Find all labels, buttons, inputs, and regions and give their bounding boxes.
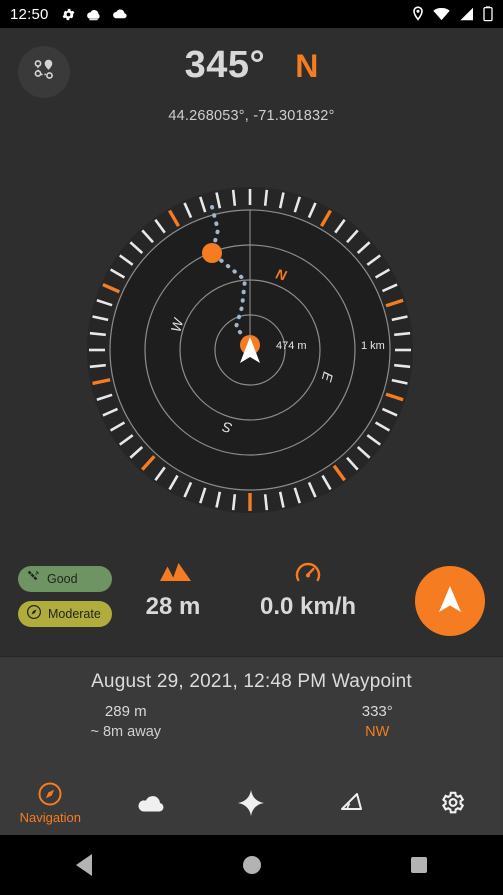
nav-item-astronomy[interactable]	[201, 770, 302, 835]
status-badge-compass-label: Moderate	[48, 607, 101, 621]
waypoint-title: August 29, 2021, 12:48 PM Waypoint	[91, 671, 412, 692]
header: 345° N 44.268053°, -71.301832°	[0, 28, 503, 140]
satellite-icon	[26, 569, 41, 589]
mountain-icon	[113, 560, 233, 588]
gear-icon	[61, 7, 76, 22]
status-badge-compass[interactable]: Moderate	[18, 601, 112, 627]
bearing-display: 345° N	[0, 44, 503, 87]
status-badge-gps[interactable]: Good	[18, 566, 112, 592]
home-button[interactable]	[168, 856, 336, 874]
compass-outer-ring-label: 1 km	[361, 340, 385, 352]
waypoint-elevation: 289 m	[104, 703, 147, 720]
speed-metric: 0.0 km/h	[248, 560, 368, 621]
compass-dial[interactable]: N E S W 474 m 1 km	[85, 185, 415, 515]
waypoint-bearing-direction: NW	[365, 724, 390, 740]
waypoint-bearing-degrees: 333°	[361, 703, 393, 720]
bearing-degrees: 345°	[184, 44, 266, 86]
waypoint-details: 289 m ~ 8m away 333° NW	[0, 703, 503, 740]
compass-icon	[26, 604, 42, 625]
battery-icon	[483, 6, 493, 22]
bottom-navigation-bar: Navigation	[0, 770, 503, 835]
recents-icon	[411, 857, 428, 873]
recents-button[interactable]	[335, 857, 503, 873]
nav-item-navigation[interactable]: Navigation	[0, 770, 101, 835]
angle-icon	[338, 789, 366, 817]
navigate-fab-button[interactable]	[415, 566, 485, 636]
back-button[interactable]	[0, 854, 168, 876]
compass-icon	[37, 780, 63, 808]
cloud-icon	[111, 8, 128, 20]
gear-icon	[439, 789, 466, 817]
star-sparkle-icon	[237, 789, 265, 817]
compass-panel: N E S W 474 m 1 km	[0, 160, 503, 550]
waypoint-panel[interactable]: August 29, 2021, 12:48 PM Waypoint 289 m…	[0, 656, 503, 770]
status-badges: Good Moderate	[18, 566, 112, 627]
app-screen: 12:50 345° N 44.268053°, -71.301832° N E…	[0, 0, 503, 895]
status-bar-system-icons	[412, 6, 493, 22]
altitude-metric: 28 m	[113, 560, 233, 621]
navigation-arrow-icon	[435, 583, 465, 620]
waypoint-distance-away: ~ 8m away	[90, 724, 162, 740]
speed-value: 0.0 km/h	[259, 593, 357, 620]
location-pin-icon	[412, 6, 424, 22]
back-icon	[75, 854, 92, 876]
nav-item-navigation-label: Navigation	[19, 810, 82, 825]
status-bar-notification-icons	[61, 7, 128, 22]
compass-inner-ring-label: 474 m	[276, 340, 307, 352]
status-bar: 12:50	[0, 0, 503, 28]
waypoint-distance-column: 289 m ~ 8m away	[0, 703, 252, 740]
cellular-signal-icon	[459, 7, 474, 21]
speedometer-icon	[248, 560, 368, 588]
altitude-value: 28 m	[145, 593, 201, 620]
bearing-direction: N	[295, 48, 319, 84]
status-bar-clock: 12:50	[10, 5, 49, 23]
cloud-filled-icon	[85, 8, 102, 21]
wifi-icon	[433, 7, 450, 21]
status-badge-gps-label: Good	[47, 572, 78, 586]
waypoint-bearing-column: 333° NW	[252, 703, 503, 740]
coordinates-text[interactable]: 44.268053°, -71.301832°	[0, 108, 503, 124]
android-navigation-bar	[0, 835, 503, 895]
nav-item-clinometer[interactable]	[302, 770, 403, 835]
cloud-icon	[135, 789, 167, 817]
home-icon	[242, 856, 261, 874]
nav-item-weather[interactable]	[101, 770, 202, 835]
nav-item-settings[interactable]	[402, 770, 503, 835]
metrics-row: Good Moderate 28 m 0.0 km/h	[0, 548, 503, 656]
